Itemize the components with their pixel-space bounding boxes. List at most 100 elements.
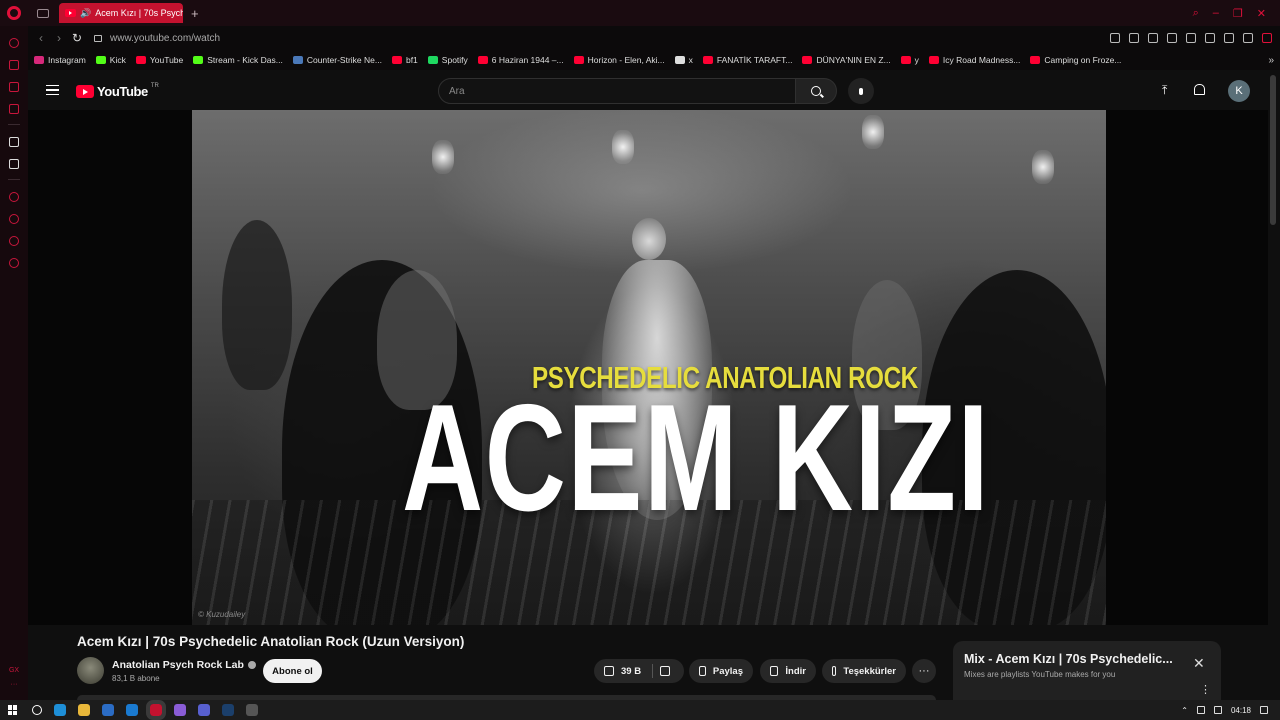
- thanks-button[interactable]: Teşekkürler: [822, 659, 906, 683]
- bookmark-item[interactable]: Camping on Froze...: [1030, 55, 1121, 65]
- bookmark-item[interactable]: Counter-Strike Ne...: [292, 55, 382, 65]
- instagram-sidebar-icon[interactable]: [9, 82, 19, 92]
- bookmark-item[interactable]: x: [674, 55, 693, 65]
- download-icon[interactable]: [1224, 33, 1234, 43]
- clock[interactable]: 04:18: [1231, 706, 1251, 715]
- tray-overflow-icon[interactable]: ⌃: [1181, 706, 1188, 715]
- search-button[interactable]: [795, 78, 837, 104]
- lock-icon[interactable]: [94, 34, 102, 42]
- history-sidebar-icon[interactable]: [9, 214, 19, 224]
- bookmarks-overflow-icon[interactable]: »: [1268, 55, 1274, 66]
- video-player[interactable]: PSYCHEDELIC ANATOLIAN ROCK ACEM KIZI © K…: [28, 110, 1268, 625]
- kebab-menu-icon[interactable]: ⋮: [1200, 683, 1211, 696]
- player-sidebar-icon[interactable]: [9, 192, 19, 202]
- notification-center-icon[interactable]: [1260, 706, 1268, 714]
- aria-icon[interactable]: [9, 38, 19, 48]
- microphone-icon: [859, 87, 863, 95]
- mix-title[interactable]: Mix - Acem Kızı | 70s Psychedelic...: [964, 652, 1173, 666]
- settings-gear-icon[interactable]: [246, 704, 258, 716]
- screen: 🔊 Acem Kızı | 70s Psychedelic Anatolian …: [0, 0, 1280, 720]
- taskbar-search-icon[interactable]: [32, 705, 42, 715]
- bookmark-item[interactable]: Stream - Kick Das...: [193, 55, 283, 65]
- bookmark-item[interactable]: YouTube: [135, 55, 183, 65]
- opera-gx-icon[interactable]: [146, 700, 166, 720]
- bookmark-item[interactable]: Kick: [95, 55, 126, 65]
- search-input[interactable]: [439, 79, 795, 103]
- bookmark-label: Stream - Kick Das...: [207, 55, 283, 65]
- like-count[interactable]: 39 B: [621, 666, 641, 677]
- like-icon[interactable]: [604, 666, 614, 676]
- youtube-icon: [900, 56, 911, 64]
- chrome-like-icon[interactable]: [174, 704, 186, 716]
- opera-menu-icon[interactable]: [7, 6, 21, 20]
- network-icon[interactable]: [1213, 706, 1222, 714]
- bookmark-item[interactable]: Spotify: [427, 55, 468, 65]
- menu-icon[interactable]: [1262, 33, 1272, 43]
- subscribe-button[interactable]: Abone ol: [263, 659, 322, 683]
- maximize-icon[interactable]: ❐: [1233, 7, 1243, 20]
- vpn-icon[interactable]: [1148, 33, 1158, 43]
- close-window-icon[interactable]: ✕: [1257, 7, 1266, 20]
- player-icon[interactable]: [1167, 33, 1177, 43]
- more-actions-button[interactable]: ···: [912, 659, 936, 683]
- channel-avatar[interactable]: [77, 657, 104, 684]
- tab-islands-icon[interactable]: [37, 8, 49, 18]
- bookmark-item[interactable]: 6 Haziran 1944 –...: [477, 55, 564, 65]
- search-tabs-icon[interactable]: ⌕: [1193, 7, 1199, 20]
- video-frame[interactable]: PSYCHEDELIC ANATOLIAN ROCK ACEM KIZI © K…: [192, 110, 1106, 625]
- tiktok-sidebar-icon[interactable]: [9, 137, 19, 147]
- mix-playlist-panel[interactable]: Mix - Acem Kızı | 70s Psychedelic... Mix…: [953, 641, 1221, 701]
- x-sidebar-icon[interactable]: [9, 159, 19, 169]
- snapshot-icon[interactable]: [1129, 33, 1139, 43]
- store-icon[interactable]: [102, 704, 114, 716]
- upload-icon[interactable]: ⤒: [1162, 83, 1167, 98]
- back-icon[interactable]: ‹: [32, 31, 50, 45]
- start-button-icon[interactable]: [8, 705, 18, 715]
- youtube-logo[interactable]: YouTube TR: [76, 83, 159, 99]
- discord-icon[interactable]: [198, 704, 210, 716]
- url-field[interactable]: www.youtube.com/watch: [110, 33, 220, 44]
- volume-icon[interactable]: [1196, 706, 1205, 714]
- speaker-icon[interactable]: 🔊: [80, 8, 91, 19]
- voice-search-button[interactable]: [848, 78, 874, 104]
- lamp-light: [1032, 150, 1054, 184]
- sidebar-more-icon[interactable]: ···: [9, 678, 19, 692]
- extensions-icon[interactable]: [1205, 33, 1215, 43]
- easy-setup-icon[interactable]: [1243, 33, 1253, 43]
- notifications-bell-icon[interactable]: [1194, 84, 1205, 95]
- share-button[interactable]: Paylaş: [689, 659, 753, 683]
- bookmark-item[interactable]: y: [900, 55, 919, 65]
- lamp-light: [862, 115, 884, 149]
- bookmark-item[interactable]: Horizon - Elen, Aki...: [573, 55, 665, 65]
- heart-icon[interactable]: [1186, 33, 1196, 43]
- download-button[interactable]: İndir: [760, 659, 816, 683]
- minimize-icon[interactable]: –: [1213, 7, 1219, 20]
- settings-sidebar-icon[interactable]: [9, 258, 19, 268]
- bookmark-item[interactable]: Instagram: [34, 55, 86, 65]
- bookmark-label: Camping on Froze...: [1044, 55, 1122, 65]
- discord-sidebar-icon[interactable]: [9, 104, 19, 114]
- page-scrollbar[interactable]: [1270, 75, 1276, 225]
- browser-tab-active[interactable]: 🔊 Acem Kızı | 70s Psychedelic Anatolian …: [59, 3, 183, 23]
- guide-menu-icon[interactable]: [46, 85, 59, 95]
- new-tab-plus-icon[interactable]: +: [191, 6, 199, 21]
- bookmark-item[interactable]: Icy Road Madness...: [928, 55, 1020, 65]
- reload-icon[interactable]: ↻: [68, 31, 86, 45]
- steam-icon[interactable]: [222, 704, 234, 716]
- bookmark-icon[interactable]: [1110, 33, 1120, 43]
- bookmark-item[interactable]: DÜNYA'NIN EN Z...: [802, 55, 891, 65]
- dislike-icon[interactable]: [660, 666, 671, 676]
- forward-icon[interactable]: ›: [50, 31, 68, 45]
- bookmark-item[interactable]: bf1: [391, 55, 418, 65]
- twitch-icon[interactable]: [9, 60, 19, 70]
- extensions-sidebar-icon[interactable]: [9, 236, 19, 246]
- close-icon[interactable]: ✕: [1193, 655, 1205, 672]
- file-explorer-icon[interactable]: [78, 704, 90, 716]
- edge-icon[interactable]: [54, 704, 66, 716]
- outlook-icon[interactable]: [126, 704, 138, 716]
- account-avatar[interactable]: K: [1228, 80, 1250, 102]
- instagram-icon: [34, 56, 44, 64]
- bookmark-item[interactable]: FANATİK TARAFT...: [702, 55, 792, 65]
- channel-name-link[interactable]: Anatolian Psych Rock Lab: [112, 659, 256, 671]
- gx-icon[interactable]: GX: [9, 664, 19, 678]
